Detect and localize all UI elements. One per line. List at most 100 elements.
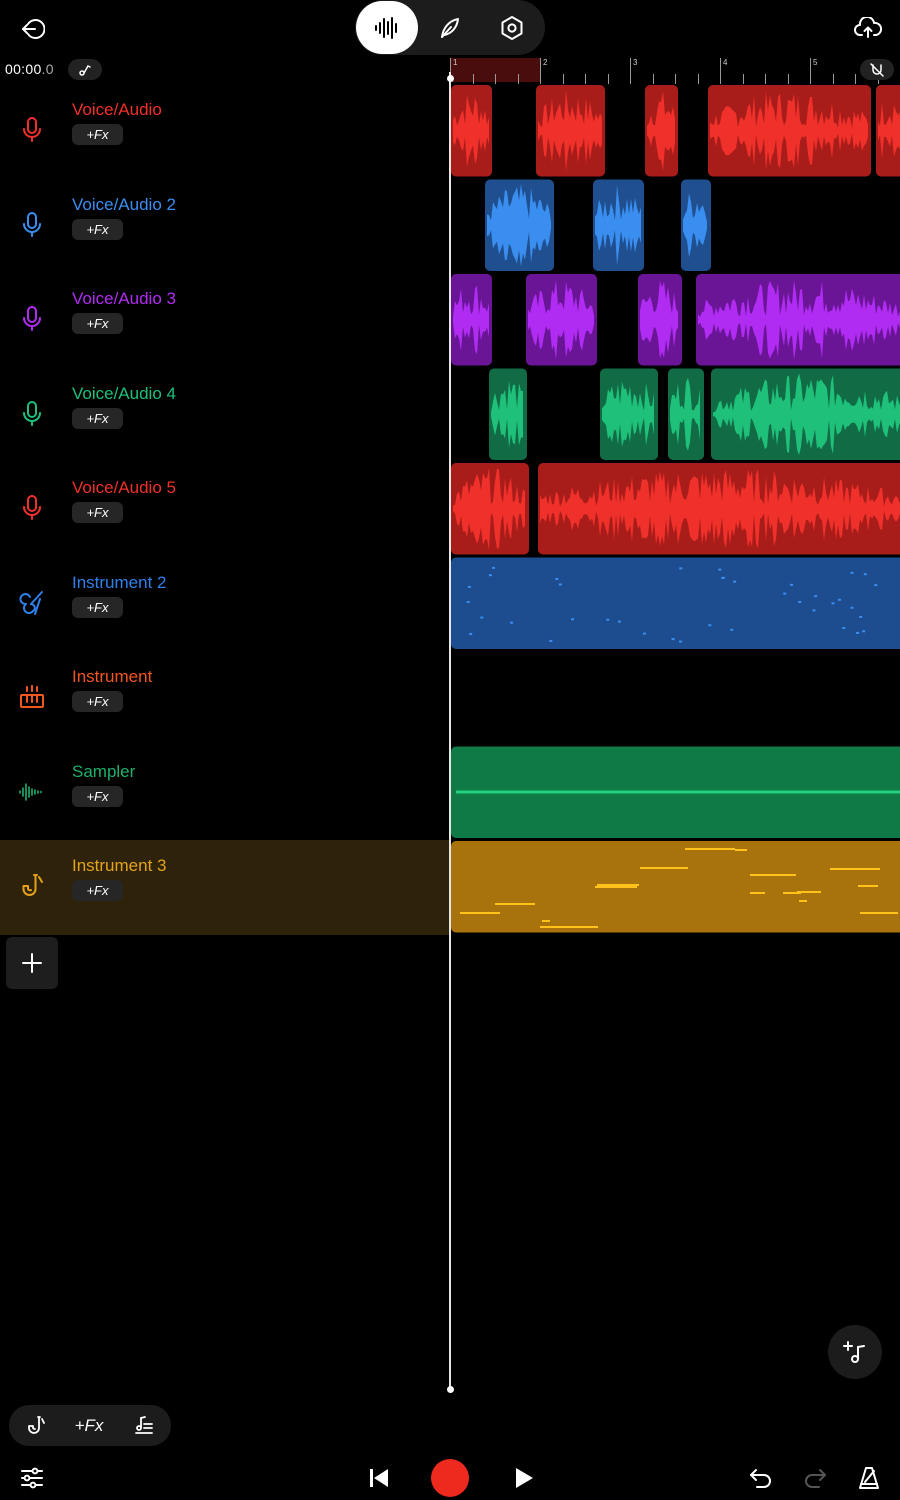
midi-note <box>510 621 514 624</box>
midi-note <box>730 628 734 631</box>
midi-note <box>488 574 492 577</box>
keyboard-icon <box>16 681 48 713</box>
track-header[interactable]: Instrument 3 +Fx <box>0 840 450 935</box>
effects-button[interactable]: +Fx <box>66 1408 112 1444</box>
arrangement-timeline[interactable] <box>450 84 900 944</box>
track-header[interactable]: Sampler +Fx <box>0 746 450 841</box>
midi-note <box>555 577 559 580</box>
microphone-icon <box>16 114 48 146</box>
rewind-to-start-button[interactable] <box>360 1460 396 1496</box>
track-header[interactable]: Voice/Audio 3 +Fx <box>0 273 450 368</box>
ruler-tick <box>855 74 856 84</box>
track-fx-button[interactable]: +Fx <box>72 502 123 523</box>
redo-button[interactable] <box>797 1460 833 1496</box>
midi-note <box>480 616 484 619</box>
playhead[interactable] <box>446 72 454 1393</box>
microphone-icon <box>16 209 48 241</box>
ruler-tick <box>562 74 564 84</box>
track-header[interactable]: Instrument +Fx <box>0 651 450 746</box>
track-header[interactable]: Voice/Audio +Fx <box>0 84 450 179</box>
track-name: Voice/Audio 4 <box>72 383 176 403</box>
ruler-bar-number: 1 <box>453 58 458 67</box>
transport-time: 00:00.0 <box>5 61 54 77</box>
midi-note <box>856 631 860 634</box>
mixer-notes-button[interactable] <box>126 1408 162 1444</box>
midi-note <box>812 609 816 612</box>
track-fx-button[interactable]: +Fx <box>72 880 123 901</box>
midi-region[interactable] <box>451 841 900 933</box>
record-button[interactable] <box>431 1459 469 1497</box>
midi-note <box>783 592 787 595</box>
play-icon <box>516 1468 533 1488</box>
midi-note <box>799 900 807 902</box>
track-fx-button[interactable]: +Fx <box>72 313 123 334</box>
redo-icon <box>805 1469 826 1488</box>
playhead-bottom-handle[interactable] <box>446 1386 454 1393</box>
track-name: Voice/Audio <box>72 100 162 119</box>
ruler-tick <box>765 74 766 84</box>
undo-button[interactable] <box>743 1460 779 1496</box>
cloud-upload-icon <box>854 17 882 38</box>
midi-note <box>790 583 794 586</box>
midi-note <box>837 598 841 601</box>
track-fx-button[interactable]: +Fx <box>72 691 123 712</box>
tracks-view-tab[interactable] <box>356 1 418 54</box>
midi-note <box>549 639 553 642</box>
saxophone-icon <box>28 1416 45 1434</box>
quill-pen-icon <box>441 17 459 38</box>
mixer-settings-button[interactable] <box>14 1460 50 1496</box>
sliders-icon <box>21 1467 43 1489</box>
midi-note <box>750 892 765 894</box>
ruler-tick <box>697 74 699 84</box>
track-fx-button[interactable]: +Fx <box>72 124 123 145</box>
midi-note <box>617 620 621 623</box>
track-name: Voice/Audio 2 <box>72 194 176 214</box>
midi-note <box>850 571 854 574</box>
midi-note <box>718 568 722 571</box>
track-header[interactable]: Voice/Audio 4 +Fx <box>0 368 450 463</box>
ruler-tick <box>607 74 609 84</box>
add-instrument-button[interactable] <box>828 1325 882 1379</box>
midi-note <box>558 583 562 586</box>
midi-note <box>571 618 575 621</box>
track-fx-button[interactable]: +Fx <box>72 785 123 807</box>
ruler-tick <box>742 74 744 84</box>
snap-toggle-button[interactable] <box>860 59 894 80</box>
track-header[interactable]: Instrument 2 +Fx <box>0 557 450 652</box>
magnet-off-icon <box>870 62 884 77</box>
midi-note <box>495 903 535 905</box>
playhead-top-handle[interactable] <box>446 75 454 82</box>
ruler-tick <box>810 58 811 84</box>
add-track-button[interactable] <box>6 937 58 989</box>
ruler-tick <box>540 58 541 84</box>
guitar-icon <box>16 587 48 619</box>
timeline-ruler[interactable]: 1 2 3 4 5 <box>450 56 900 84</box>
track-fx-button[interactable]: +Fx <box>72 407 123 429</box>
midi-note <box>858 885 878 887</box>
midi-note <box>721 576 725 579</box>
saxophone-icon <box>16 870 48 902</box>
lyrics-view-tab[interactable] <box>420 1 480 54</box>
midi-note <box>679 567 683 570</box>
cloud-upload-button[interactable] <box>850 12 886 46</box>
midi-note <box>540 926 598 928</box>
midi-note <box>750 874 796 876</box>
play-button[interactable] <box>505 1460 541 1496</box>
settings-view-tab[interactable] <box>482 1 542 54</box>
midi-note <box>685 848 735 850</box>
track-header[interactable]: Voice/Audio 5 +Fx <box>0 462 450 557</box>
back-button[interactable] <box>14 12 50 46</box>
time-fraction: .0 <box>41 61 54 77</box>
midi-note <box>859 615 863 618</box>
track-fx-button[interactable]: +Fx <box>72 218 123 240</box>
music-note-icon <box>79 64 91 76</box>
midi-note <box>606 618 610 621</box>
metronome-toggle-button[interactable] <box>851 1460 887 1496</box>
midi-note <box>469 632 473 635</box>
ruler-tick <box>787 74 789 84</box>
track-fx-button[interactable]: +Fx <box>72 596 123 618</box>
instrument-picker-button[interactable] <box>18 1408 54 1444</box>
undo-icon <box>750 1469 771 1488</box>
metronome-button[interactable] <box>68 59 102 80</box>
track-header[interactable]: Voice/Audio 2 +Fx <box>0 179 450 274</box>
